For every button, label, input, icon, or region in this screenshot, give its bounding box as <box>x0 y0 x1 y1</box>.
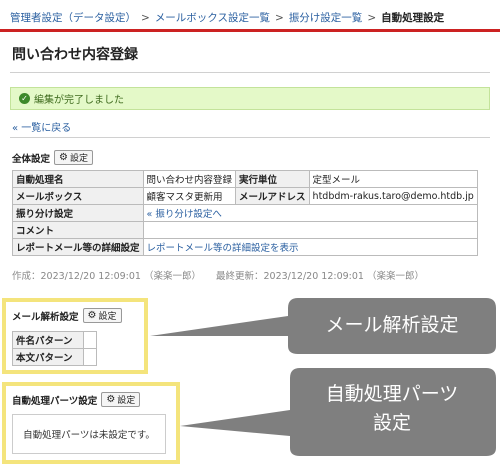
check-circle-icon: ✓ <box>19 93 30 104</box>
mail-parse-table: 件名パターン 本文パターン <box>12 331 97 366</box>
table-row: 振り分け設定 « 振り分け設定へ <box>12 204 478 222</box>
overall-settings-table: 自動処理名 問い合わせ内容登録 実行単位 定型メール メールボックス 顧客マスタ… <box>12 170 478 256</box>
mail-parse-callout-text: メール解析設定 <box>325 314 459 336</box>
mail-parse-button-label: 設定 <box>98 312 117 322</box>
unit-value: 定型メール <box>308 170 478 188</box>
mailbox-value: 顧客マスタ更新用 <box>142 187 237 205</box>
sort-label: 振り分け設定 <box>12 204 144 222</box>
body-pattern-value <box>83 348 97 366</box>
divider <box>10 137 490 138</box>
alert-message: 編集が完了しました <box>34 95 124 106</box>
auto-parts-button-label: 設定 <box>117 396 136 406</box>
auto-parts-callout-text: 自動処理パーツ 設定 <box>290 380 494 437</box>
table-row: レポートメール等の詳細設定 レポートメール等の詳細設定を表示 <box>12 238 478 256</box>
table-row: メールボックス 顧客マスタ更新用 メールアドレス htdbdm-rakus.ta… <box>12 187 478 205</box>
breadcrumb-current: 自動処理設定 <box>381 12 445 24</box>
record-meta: 作成：2023/12/20 12:09:01 （楽楽一郎） 最終更新：2023/… <box>12 268 424 282</box>
name-label: 自動処理名 <box>12 170 144 188</box>
overall-settings-button-label: 設定 <box>69 154 88 164</box>
auto-parts-callout-line1: 自動処理パーツ <box>325 383 459 405</box>
overall-settings-button[interactable]: ⚙ 設定 <box>54 150 93 165</box>
overall-settings-header: 全体設定 ⚙ 設定 <box>12 150 93 165</box>
address-label: メールアドレス <box>235 187 310 205</box>
report-label: レポートメール等の詳細設定 <box>12 238 144 256</box>
updated-info: 最終更新：2023/12/20 12:09:01 （楽楽一郎） <box>216 271 424 282</box>
overall-settings-label: 全体設定 <box>12 153 51 165</box>
gear-icon: ⚙ <box>106 393 116 405</box>
breadcrumb-separator: > <box>275 12 284 24</box>
sort-value-cell: « 振り分け設定へ <box>142 204 478 222</box>
breadcrumb-separator: > <box>141 12 150 24</box>
created-info: 作成：2023/12/20 12:09:01 （楽楽一郎） <box>12 271 201 282</box>
subject-pattern-label: 件名パターン <box>12 331 84 349</box>
subject-pattern-value <box>83 331 97 349</box>
body-pattern-label: 本文パターン <box>12 348 84 366</box>
auto-parts-empty-state: 自動処理パーツは未設定です。 <box>12 414 166 454</box>
auto-parts-settings-button[interactable]: ⚙ 設定 <box>101 392 141 407</box>
mail-parse-label: メール解析設定 <box>12 311 79 323</box>
mail-parse-header: メール解析設定 ⚙ 設定 <box>12 308 122 323</box>
breadcrumb-separator: > <box>367 12 377 24</box>
mailbox-label: メールボックス <box>12 187 144 205</box>
comment-label: コメント <box>12 221 144 239</box>
name-value: 問い合わせ内容登録 <box>142 170 237 188</box>
page-title: 問い合わせ内容登録 <box>12 47 138 63</box>
table-row: コメント <box>12 221 478 239</box>
auto-parts-callout-line2: 設定 <box>372 411 411 434</box>
auto-parts-label: 自動処理パーツ設定 <box>12 395 98 407</box>
breadcrumb-admin-settings[interactable]: 管理者設定（データ設定） <box>10 12 136 24</box>
mail-parse-settings-button[interactable]: ⚙ 設定 <box>82 308 122 323</box>
breadcrumb: 管理者設定（データ設定） > メールボックス設定一覧 > 振分け設定一覧 > 自動処理設定 <box>10 10 444 25</box>
sort-settings-link[interactable]: « 振り分け設定へ <box>147 209 222 220</box>
table-row: 件名パターン <box>12 331 97 349</box>
gear-icon: ⚙ <box>59 151 68 163</box>
breadcrumb-mailbox-list[interactable]: メールボックス設定一覧 <box>155 12 270 24</box>
report-details-link[interactable]: レポートメール等の詳細設定を表示 <box>147 243 299 254</box>
report-value-cell: レポートメール等の詳細設定を表示 <box>142 238 478 256</box>
gear-icon: ⚙ <box>87 309 97 321</box>
header-rule <box>0 29 500 32</box>
address-value: htdbdm-rakus.taro@demo.htdb.jp <box>308 187 478 205</box>
comment-value <box>142 221 478 239</box>
auto-parts-header: 自動処理パーツ設定 ⚙ 設定 <box>12 392 141 407</box>
unit-label: 実行単位 <box>235 170 310 188</box>
table-row: 本文パターン <box>12 348 97 366</box>
divider <box>10 72 490 73</box>
breadcrumb-sort-list[interactable]: 振分け設定一覧 <box>289 12 363 24</box>
table-row: 自動処理名 問い合わせ内容登録 実行単位 定型メール <box>12 170 478 188</box>
success-alert: ✓ 編集が完了しました <box>10 87 490 110</box>
back-to-list-link[interactable]: « 一覧に戻る <box>12 119 71 134</box>
